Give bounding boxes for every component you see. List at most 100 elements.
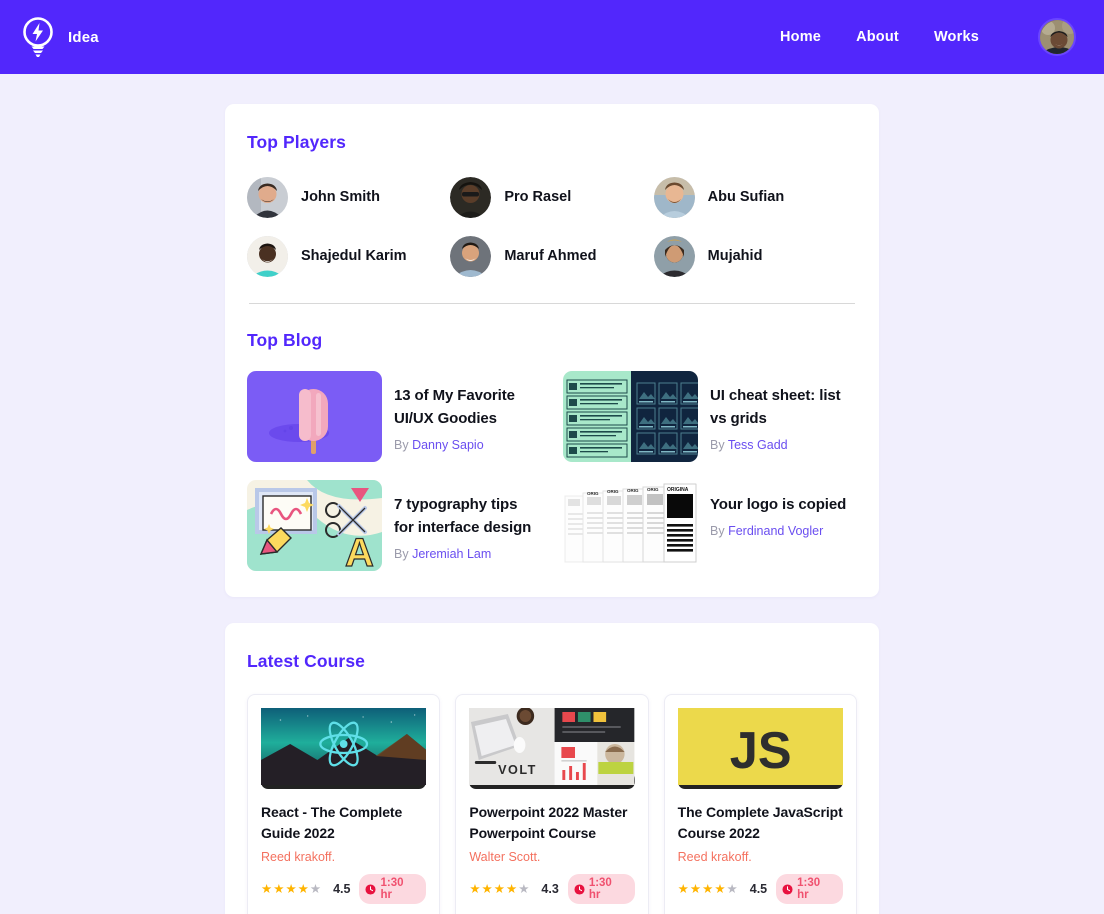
rating-stars: ★ ★ ★ ★ ★ [678, 883, 738, 896]
blog-title: UI cheat sheet: list vs grids [710, 387, 841, 427]
star-icon: ★ [677, 881, 689, 896]
popsicle-thumb [247, 371, 382, 462]
blog-item[interactable]: UI cheat sheet: list vs grids By Tess Ga… [563, 371, 857, 462]
brand-logo-group[interactable]: Idea [18, 14, 99, 60]
avatar [653, 177, 695, 218]
by-label: By [710, 523, 725, 538]
logo-papers-thumb: ORIG ORIG ORIG ORIG ORIGINA [563, 480, 698, 571]
player-item[interactable]: Abu Sufian [653, 177, 857, 218]
course-title: Powerpoint 2022 Master Powerpoint Course [469, 804, 628, 841]
player-name: Abu Sufian [707, 189, 785, 206]
player-name: Maruf Ahmed [504, 248, 597, 265]
blog-title: 7 typography tips for interface design [394, 496, 532, 536]
star-icon: ★ [285, 881, 297, 896]
blog-byline: By Danny Sapio [394, 438, 541, 452]
blog-byline: By Tess Gadd [710, 438, 857, 452]
blog-title: 13 of My Favorite UI/UX Goodies [394, 387, 515, 427]
course-meta: ★ ★ ★ ★ ★ 4.5 1:30 hr [261, 874, 427, 904]
clock-icon [365, 883, 377, 895]
star-icon: ★ [714, 881, 726, 896]
top-players-grid: John Smith Pro Rasel Abu Sufian Shajedul… [247, 177, 857, 277]
course-meta: ★ ★ ★ ★ ★ 4.3 1:30 hr [469, 874, 635, 904]
blog-byline: By Jeremiah Lam [394, 547, 541, 561]
star-icon: ★ [309, 881, 322, 896]
star-icon: ★ [702, 881, 714, 896]
avatar [450, 177, 492, 218]
rating-value: 4.5 [749, 882, 768, 896]
course-card-react[interactable]: React - The Complete Guide 2022 Reed kra… [247, 694, 441, 914]
course-author: Reed krakoff. [677, 850, 752, 864]
latest-course-title: Latest Course [247, 651, 365, 671]
blog-title: Your logo is copied [710, 496, 847, 513]
star-icon: ★ [481, 881, 493, 896]
nav-item-about[interactable]: About [856, 29, 899, 45]
player-name: Pro Rasel [504, 189, 572, 206]
rating-value: 4.5 [333, 882, 351, 896]
blog-author[interactable]: Jeremiah Lam [412, 547, 491, 561]
by-label: By [394, 437, 409, 452]
rating-stars: ★ ★ ★ ★ ★ [261, 883, 321, 896]
blog-item[interactable]: A 7 typography tips for interface design… [247, 480, 541, 571]
svg-text:ORIG: ORIG [587, 491, 599, 496]
page-body: Top Players John Smith Pro Rasel Abu Suf… [0, 74, 1104, 914]
js-yellow-thumb: JS [677, 708, 843, 789]
rating-value: 4.3 [541, 882, 559, 896]
course-title: The Complete JavaScript Course 2022 [677, 804, 843, 841]
player-item[interactable]: Shajedul Karim [247, 236, 450, 277]
blog-item[interactable]: 13 of My Favorite UI/UX Goodies By Danny… [247, 371, 541, 462]
clock-icon [574, 883, 585, 895]
course-author: Walter Scott. [469, 850, 541, 864]
player-item[interactable]: Maruf Ahmed [450, 236, 653, 277]
typography-thumb: A [247, 480, 382, 571]
player-name: Shajedul Karim [301, 248, 407, 265]
star-icon: ★ [261, 881, 273, 896]
star-icon: ★ [493, 881, 505, 896]
user-avatar[interactable] [1038, 18, 1076, 56]
blog-author[interactable]: Tess Gadd [728, 438, 788, 452]
main-nav: Home About Works [780, 18, 1076, 56]
nav-item-home[interactable]: Home [780, 29, 821, 45]
blog-item[interactable]: ORIG ORIG ORIG ORIG ORIGINA Your logo is… [563, 480, 857, 571]
blog-author[interactable]: Danny Sapio [412, 438, 484, 452]
player-item[interactable]: John Smith [247, 177, 450, 218]
course-card-powerpoint[interactable]: VOLT [455, 694, 649, 914]
duration-badge: 1:30 hr [776, 874, 843, 904]
player-item[interactable]: Pro Rasel [450, 177, 653, 218]
nav-item-works[interactable]: Works [934, 29, 979, 45]
clock-icon [782, 883, 793, 895]
star-icon: ★ [297, 881, 309, 896]
top-blog-grid: 13 of My Favorite UI/UX Goodies By Danny… [247, 371, 857, 571]
brand-name: Idea [68, 28, 99, 46]
section-divider [249, 303, 855, 304]
lightbulb-bolt-icon [18, 14, 58, 60]
top-blog-title: Top Blog [247, 330, 323, 350]
star-icon: ★ [273, 881, 285, 896]
course-author: Reed krakoff. [261, 850, 336, 864]
blog-author[interactable]: Ferdinand Vogler [728, 524, 823, 538]
svg-text:ORIG: ORIG [647, 487, 659, 492]
star-icon: ★ [505, 881, 518, 896]
powerpoint-desk-thumb: VOLT [469, 707, 635, 789]
duration-text: 1:30 hr [380, 877, 404, 901]
by-label: By [710, 437, 725, 452]
player-item[interactable]: Mujahid [653, 236, 857, 277]
player-name: John Smith [301, 189, 380, 206]
svg-text:ORIGINA: ORIGINA [667, 487, 689, 493]
top-players-title: Top Players [247, 132, 347, 152]
avatar [247, 177, 288, 218]
star-icon: ★ [469, 881, 481, 896]
course-meta: ★ ★ ★ ★ ★ 4.5 1:30 hr [678, 874, 843, 904]
players-blog-card: Top Players John Smith Pro Rasel Abu Suf… [225, 104, 879, 597]
avatar [247, 236, 288, 277]
course-card-javascript[interactable]: JS The Complete JavaScript Course 2022 R… [663, 694, 857, 914]
svg-text:JS: JS [729, 772, 791, 779]
star-icon: ★ [726, 881, 738, 896]
duration-badge: 1:30 hr [359, 874, 427, 904]
latest-course-card: Latest Course React - The Complete Guide… [225, 623, 879, 914]
svg-text:A: A [345, 531, 374, 571]
course-grid: React - The Complete Guide 2022 Reed kra… [247, 694, 857, 914]
duration-badge: 1:30 hr [567, 874, 635, 904]
star-icon: ★ [689, 881, 702, 896]
by-label: By [394, 546, 409, 561]
duration-text: 1:30 hr [797, 877, 821, 901]
